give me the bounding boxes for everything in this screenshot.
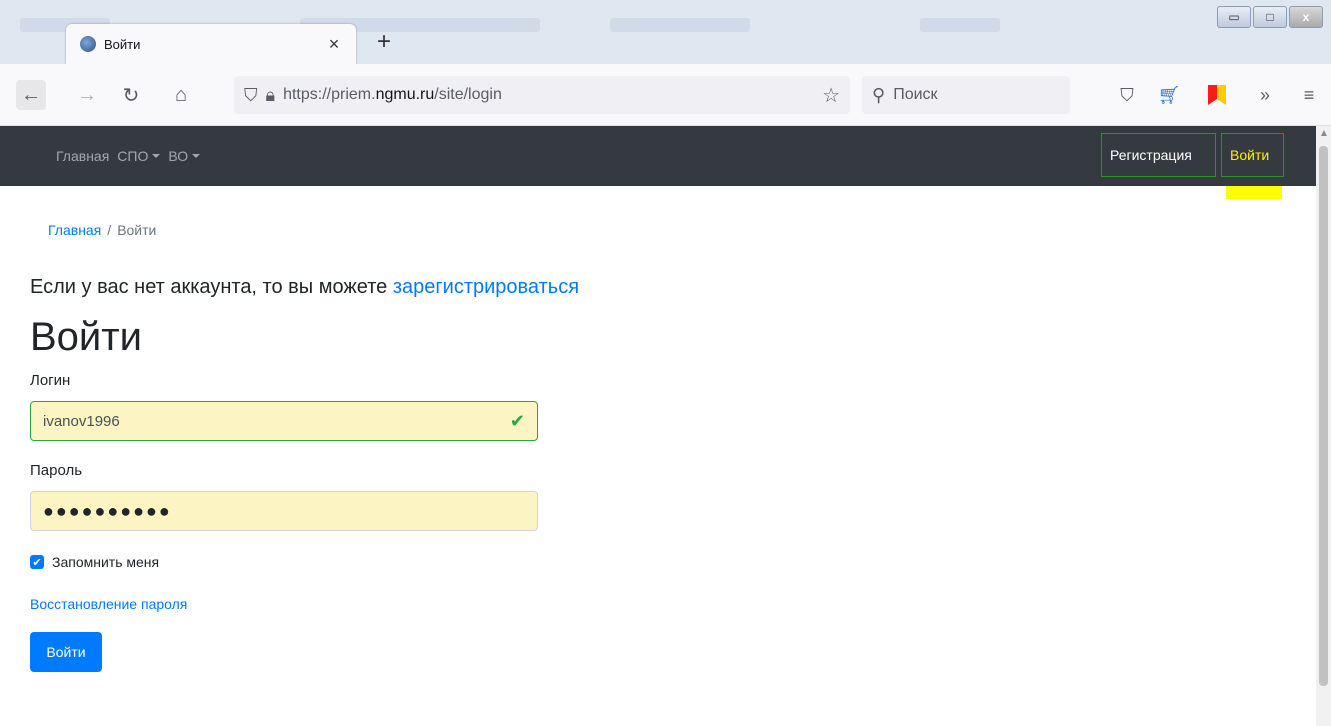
breadcrumb-home-link[interactable]: Главная <box>48 222 101 238</box>
hamburger-menu-icon[interactable]: ≡ <box>1294 80 1324 110</box>
scrollbar[interactable]: ▲ <box>1316 126 1331 726</box>
url-text[interactable]: https://priem.ngmu.ru/site/login <box>283 86 822 104</box>
nav-link-spo[interactable]: СПО <box>117 148 161 164</box>
remember-label: Запомнить меня <box>52 554 160 570</box>
checkmark-icon: ✔ <box>509 411 525 431</box>
breadcrumb-current: Войти <box>117 222 157 238</box>
flag-icon[interactable] <box>1202 80 1232 110</box>
forward-button[interactable]: → <box>72 80 102 110</box>
active-tab[interactable]: Войти × <box>66 24 356 64</box>
nav-link-vo[interactable]: ВО <box>168 148 201 164</box>
password-value: ●●●●●●●●●● <box>43 500 172 521</box>
password-label: Пароль <box>30 462 83 479</box>
pocket-icon[interactable]: ⛉ <box>1112 80 1142 110</box>
chevron-down-icon <box>152 154 161 158</box>
search-icon: ⚲ <box>872 84 886 105</box>
reload-button[interactable]: ↻ <box>116 80 146 110</box>
minimize-button[interactable]: ▭ <box>1217 6 1251 28</box>
chevron-double-right-icon[interactable]: » <box>1250 80 1280 110</box>
cart-icon[interactable]: 🛒︎ <box>1154 80 1184 110</box>
page-title: Войти <box>30 315 142 359</box>
home-icon: ⌂ <box>174 83 188 106</box>
window-controls: ▭ □ x <box>1217 6 1323 28</box>
forgot-password-link[interactable]: Восстановление пароля <box>30 596 187 612</box>
login-nav-button[interactable]: Войти <box>1221 133 1284 177</box>
browser-tab-bar: Войти × + ▭ □ x <box>0 0 1331 70</box>
remember-checkbox[interactable]: ✔ <box>30 555 44 569</box>
password-input[interactable]: ●●●●●●●●●● <box>30 491 538 531</box>
home-button[interactable]: ⌂ <box>166 80 196 110</box>
search-placeholder: Поиск <box>893 86 938 103</box>
maximize-button[interactable]: □ <box>1253 6 1287 28</box>
scroll-up-icon[interactable]: ▲ <box>1319 128 1329 139</box>
search-input[interactable]: ⚲ Поиск <box>862 76 1070 114</box>
star-icon[interactable]: ☆ <box>822 83 840 108</box>
close-window-button[interactable]: x <box>1289 6 1323 28</box>
arrow-right-icon: → <box>77 83 97 106</box>
site-favicon-icon <box>80 36 96 52</box>
nav-link-home[interactable]: Главная <box>56 148 109 164</box>
login-input[interactable]: ivanov1996 ✔ <box>30 401 538 441</box>
new-tab-button[interactable]: + <box>370 28 398 56</box>
register-nav-button[interactable]: Регистрация <box>1101 133 1216 177</box>
remember-me[interactable]: ✔ Запомнить меня <box>30 554 159 570</box>
register-link[interactable]: зарегистрироваться <box>393 276 579 298</box>
site-nav-links: Главная СПО ВО <box>56 148 201 164</box>
browser-toolbar: ← → ↻ ⌂ ⛉ 🔒︎ https://priem.ngmu.ru/site/… <box>0 64 1331 126</box>
url-bar[interactable]: ⛉ 🔒︎ https://priem.ngmu.ru/site/login ☆ <box>234 76 850 114</box>
close-tab-icon[interactable]: × <box>324 34 344 55</box>
lock-icon[interactable]: 🔒︎ <box>266 85 276 106</box>
register-prompt: Если у вас нет аккаунта, то вы можете за… <box>30 276 580 298</box>
highlight-marker <box>1226 186 1282 199</box>
shield-icon[interactable]: ⛉ <box>244 85 258 106</box>
tab-title: Войти <box>104 36 141 52</box>
login-value: ivanov1996 <box>43 412 120 430</box>
site-navbar: Главная СПО ВО Регистрация Войти <box>0 126 1316 186</box>
back-button[interactable]: ← <box>16 80 46 110</box>
arrow-left-icon: ← <box>21 83 41 106</box>
chevron-down-icon <box>192 154 201 158</box>
login-label: Логин <box>30 372 71 389</box>
scroll-thumb[interactable] <box>1319 146 1328 686</box>
reload-icon: ↻ <box>122 84 140 107</box>
breadcrumb: Главная / Войти <box>48 222 157 238</box>
login-submit-button[interactable]: Войти <box>30 632 102 672</box>
